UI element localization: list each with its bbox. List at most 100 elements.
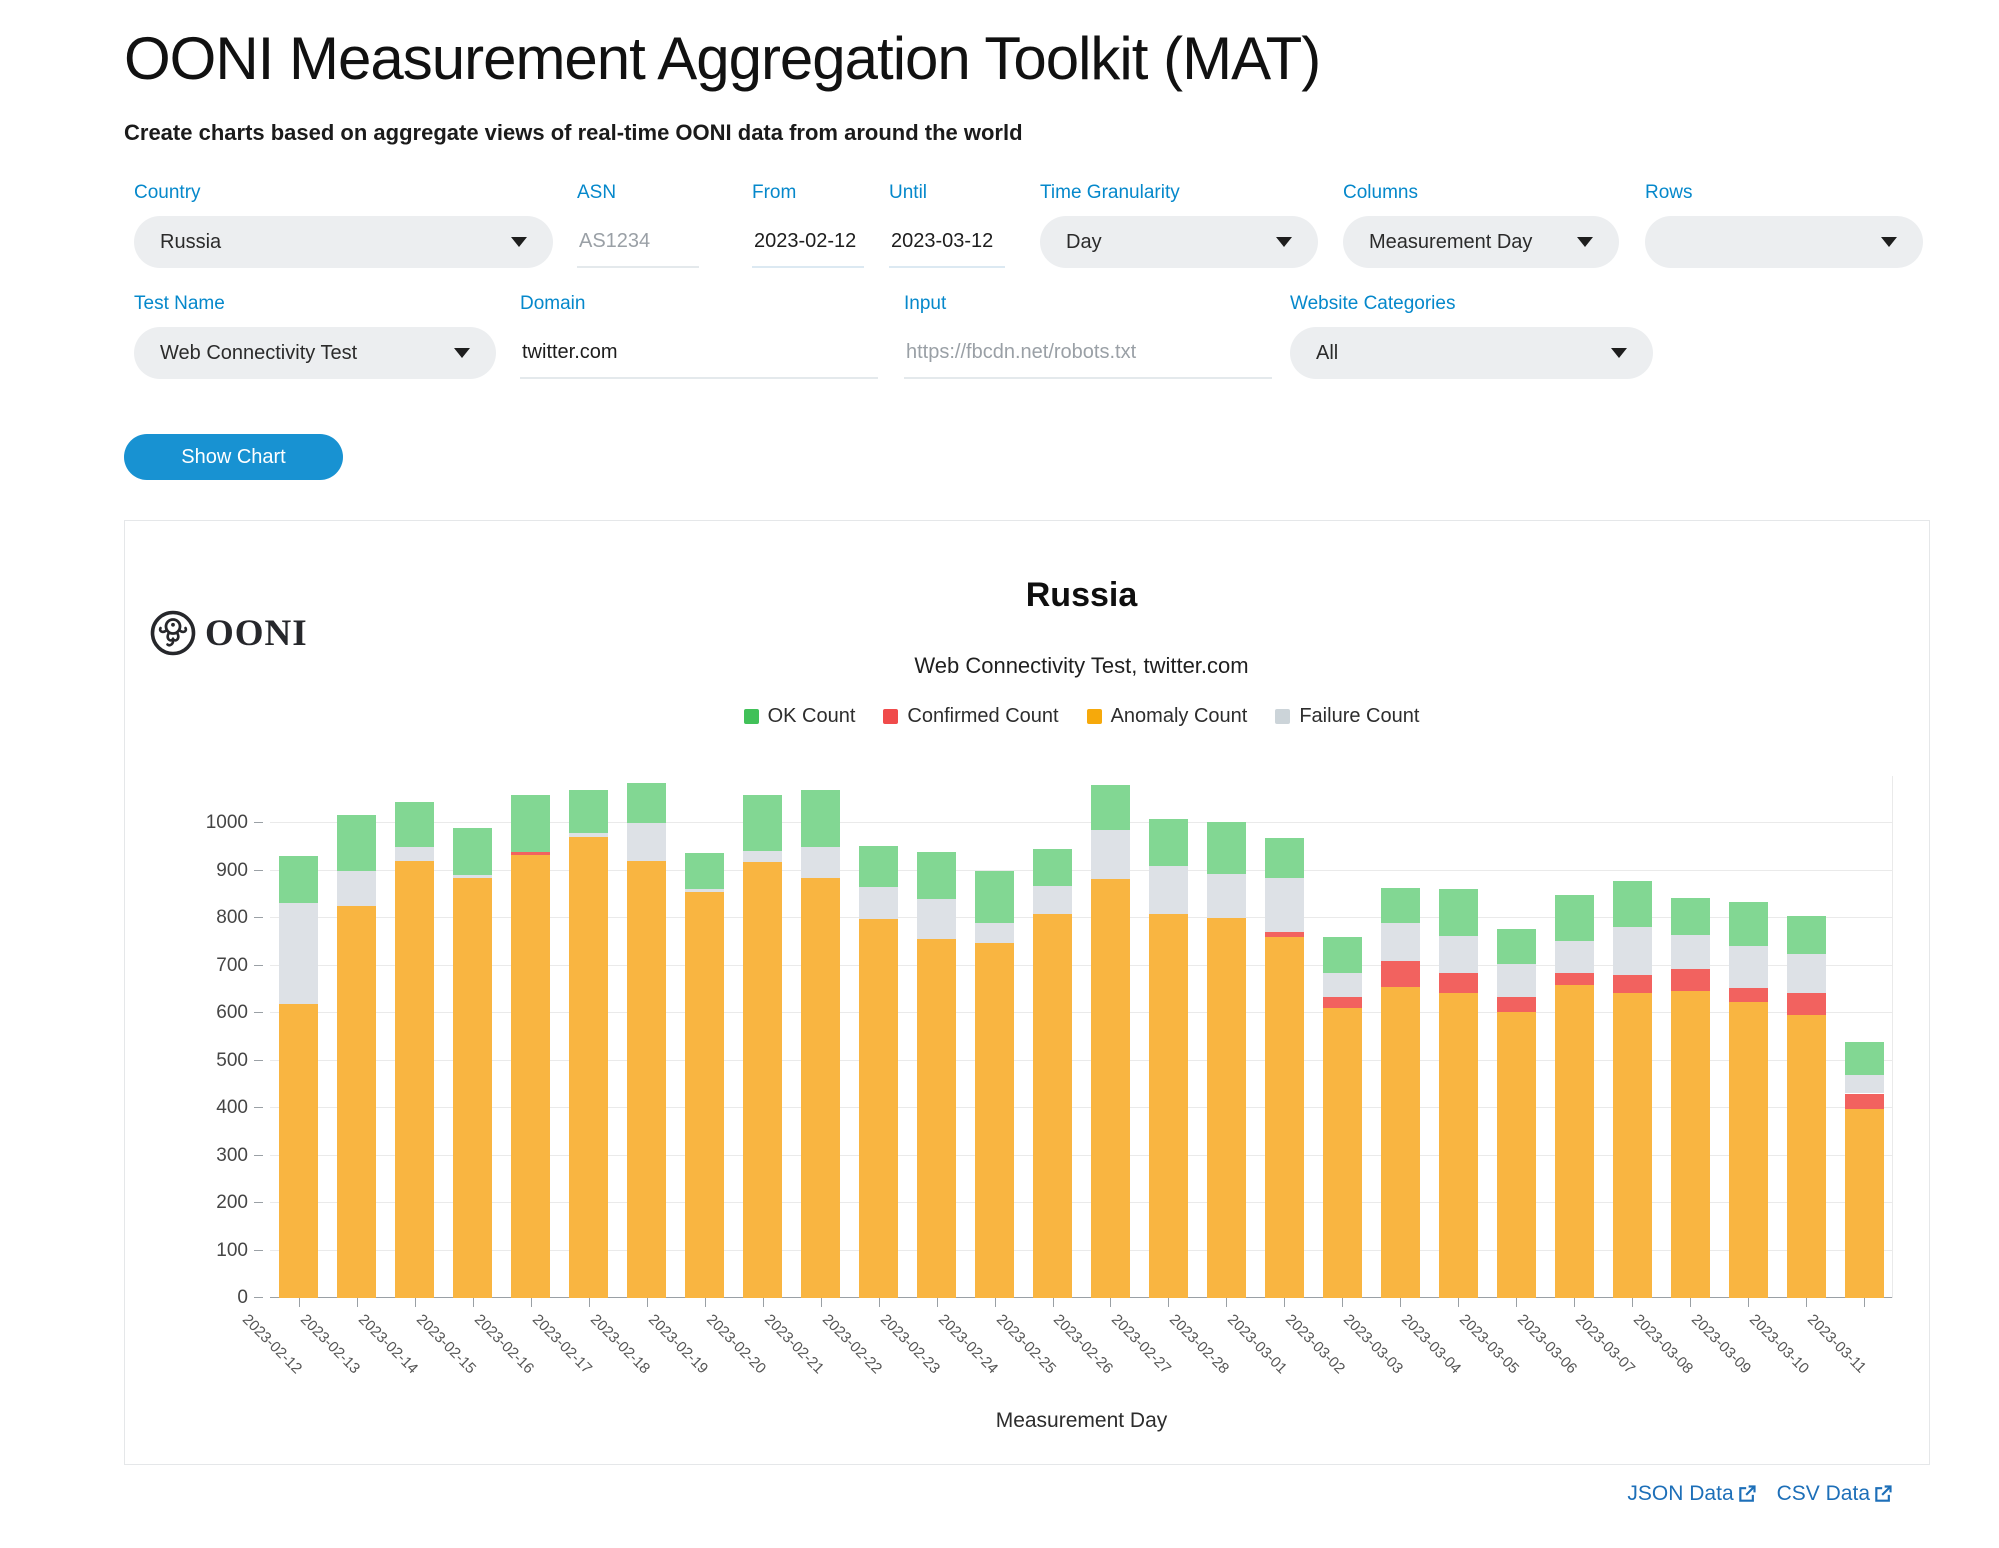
bar-segment-ok-count[interactable] [1381,888,1420,923]
bar-segment-confirmed-count[interactable] [1671,969,1710,992]
bar-segment-failure-count[interactable] [859,887,898,919]
bar-segment-anomaly-count[interactable] [1671,991,1710,1298]
bar-segment-anomaly-count[interactable] [1613,993,1652,1298]
bar-segment-confirmed-count[interactable] [511,852,550,855]
until-date-input[interactable] [889,216,1005,268]
bar-2023-03-03[interactable] [1381,888,1420,1298]
bar-segment-failure-count[interactable] [1381,923,1420,961]
bar-segment-ok-count[interactable] [453,828,492,875]
bar-segment-confirmed-count[interactable] [1497,997,1536,1012]
bar-segment-ok-count[interactable] [1613,881,1652,927]
bar-segment-ok-count[interactable] [1497,929,1536,965]
bar-segment-anomaly-count[interactable] [743,862,782,1298]
website-categories-select[interactable]: All [1290,327,1653,379]
bar-segment-failure-count[interactable] [1265,878,1304,932]
bar-segment-anomaly-count[interactable] [1091,879,1130,1298]
bar-2023-02-26[interactable] [1091,785,1130,1298]
legend-item-anomaly-count[interactable]: Anomaly Count [1087,705,1248,728]
bar-segment-anomaly-count[interactable] [1207,918,1246,1298]
bar-segment-failure-count[interactable] [743,851,782,863]
bar-segment-confirmed-count[interactable] [1323,997,1362,1008]
bar-segment-ok-count[interactable] [917,852,956,899]
bar-2023-03-04[interactable] [1439,889,1478,1298]
bar-segment-failure-count[interactable] [453,875,492,878]
bar-segment-ok-count[interactable] [1787,916,1826,954]
bar-segment-failure-count[interactable] [569,833,608,837]
bar-segment-anomaly-count[interactable] [1729,1002,1768,1298]
bar-2023-02-22[interactable] [859,846,898,1298]
bar-segment-failure-count[interactable] [1091,830,1130,880]
bar-segment-ok-count[interactable] [801,790,840,847]
bar-segment-anomaly-count[interactable] [337,906,376,1298]
bar-segment-failure-count[interactable] [337,871,376,906]
legend-item-confirmed-count[interactable]: Confirmed Count [883,705,1058,728]
bar-segment-ok-count[interactable] [1207,822,1246,875]
bar-segment-ok-count[interactable] [395,802,434,847]
bar-segment-ok-count[interactable] [1323,937,1362,973]
bar-2023-02-21[interactable] [801,790,840,1298]
bar-2023-02-15[interactable] [453,828,492,1298]
bar-segment-failure-count[interactable] [279,903,318,1004]
bar-segment-anomaly-count[interactable] [1149,914,1188,1298]
bar-segment-failure-count[interactable] [1439,936,1478,973]
bar-2023-03-06[interactable] [1555,895,1594,1298]
legend-item-ok-count[interactable]: OK Count [744,705,856,728]
bar-2023-02-14[interactable] [395,802,434,1298]
domain-input[interactable] [520,327,878,379]
bar-segment-ok-count[interactable] [1555,895,1594,941]
bar-segment-ok-count[interactable] [1439,889,1478,936]
bar-segment-anomaly-count[interactable] [1555,985,1594,1298]
bar-segment-failure-count[interactable] [1787,954,1826,993]
bar-segment-failure-count[interactable] [1613,927,1652,975]
bar-segment-anomaly-count[interactable] [1323,1008,1362,1298]
csv-data-link[interactable]: CSV Data [1777,1482,1893,1506]
bar-segment-ok-count[interactable] [685,853,724,889]
bar-segment-confirmed-count[interactable] [1787,993,1826,1015]
bar-segment-anomaly-count[interactable] [627,861,666,1298]
bar-segment-failure-count[interactable] [1729,946,1768,988]
bar-segment-anomaly-count[interactable] [1439,993,1478,1298]
bar-2023-02-19[interactable] [685,853,724,1298]
bar-segment-failure-count[interactable] [395,847,434,861]
bar-2023-03-01[interactable] [1265,838,1304,1298]
bar-segment-ok-count[interactable] [1033,849,1072,886]
country-select[interactable]: Russia [134,216,553,268]
bar-segment-ok-count[interactable] [627,783,666,824]
bar-segment-ok-count[interactable] [1091,785,1130,830]
bar-segment-confirmed-count[interactable] [1845,1094,1884,1109]
legend-item-failure-count[interactable]: Failure Count [1275,705,1419,728]
bar-segment-confirmed-count[interactable] [1381,961,1420,987]
bar-segment-failure-count[interactable] [1845,1075,1884,1094]
bar-segment-ok-count[interactable] [511,795,550,851]
bar-segment-ok-count[interactable] [569,790,608,833]
bar-2023-03-11[interactable] [1845,1042,1884,1298]
show-chart-button[interactable]: Show Chart [124,434,343,480]
bar-segment-ok-count[interactable] [1845,1042,1884,1075]
bar-segment-anomaly-count[interactable] [569,837,608,1298]
bar-2023-02-27[interactable] [1149,819,1188,1298]
bar-segment-failure-count[interactable] [801,847,840,878]
bar-segment-anomaly-count[interactable] [1265,937,1304,1298]
bar-2023-02-12[interactable] [279,856,318,1298]
bar-2023-02-23[interactable] [917,852,956,1298]
bar-segment-anomaly-count[interactable] [685,892,724,1298]
bar-segment-anomaly-count[interactable] [801,878,840,1298]
bar-segment-anomaly-count[interactable] [1845,1109,1884,1298]
bar-2023-02-16[interactable] [511,795,550,1298]
bar-segment-anomaly-count[interactable] [1381,987,1420,1298]
bar-2023-03-02[interactable] [1323,937,1362,1298]
bar-2023-02-20[interactable] [743,795,782,1298]
bar-segment-failure-count[interactable] [1555,941,1594,974]
bar-segment-anomaly-count[interactable] [1033,914,1072,1298]
bar-segment-anomaly-count[interactable] [395,861,434,1298]
bar-segment-failure-count[interactable] [1323,973,1362,997]
bar-segment-failure-count[interactable] [1149,866,1188,914]
test-name-select[interactable]: Web Connectivity Test [134,327,496,379]
bar-segment-confirmed-count[interactable] [1555,973,1594,984]
bar-2023-03-10[interactable] [1787,916,1826,1298]
bar-segment-ok-count[interactable] [1729,902,1768,946]
time-granularity-select[interactable]: Day [1040,216,1318,268]
bar-segment-failure-count[interactable] [627,823,666,861]
bar-segment-failure-count[interactable] [917,899,956,938]
bar-segment-anomaly-count[interactable] [1497,1012,1536,1298]
